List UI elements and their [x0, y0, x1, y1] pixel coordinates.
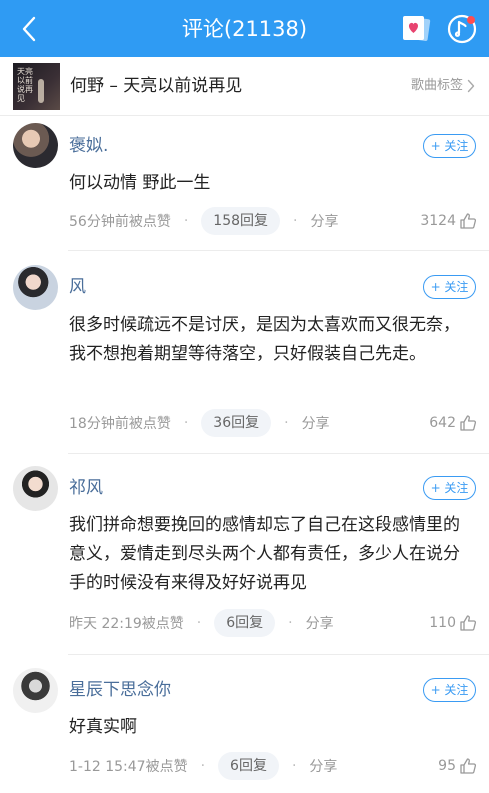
song-tag-label: 歌曲标签 — [410, 78, 463, 93]
share-button[interactable]: 分享 — [310, 211, 338, 231]
separator-dot: · — [183, 415, 189, 431]
like-count: 642 — [429, 415, 456, 431]
follow-button[interactable]: + 关注 — [423, 476, 476, 500]
like-count: 95 — [438, 758, 456, 774]
song-tag-link[interactable]: 歌曲标签 — [411, 77, 475, 95]
separator-dot: · — [196, 615, 202, 631]
comment-meta: 1-12 15:47被点赞 · 6回复 · 分享 95 — [69, 752, 477, 780]
separator-dot: · — [284, 415, 289, 431]
separator-dot: · — [183, 213, 189, 229]
thumbs-up-icon — [460, 213, 477, 229]
avatar[interactable] — [13, 668, 58, 713]
thumbs-up-icon — [460, 615, 477, 631]
comment-text: 好真实啊 — [69, 717, 137, 737]
like-button[interactable]: 642 — [429, 414, 477, 432]
comment-username[interactable]: 星辰下思念你 — [69, 679, 171, 701]
share-card-button[interactable] — [400, 13, 432, 43]
comment-item: 风 + 关注 很多时候疏远不是讨厌，是因为太喜欢而又很无奈，我不想抱着期望等待落… — [0, 251, 489, 454]
avatar[interactable] — [13, 466, 58, 511]
comment-item: 褒姒. + 关注 何以动情 野此一生 56分钟前被点赞 · 158回复 · 分享… — [0, 116, 489, 251]
chevron-right-icon — [467, 79, 475, 93]
comment-item: 祁风 + 关注 我们拼命想要挽回的感情却忘了自己在这段感情里的意义，爱情走到尽头… — [0, 454, 489, 655]
follow-button[interactable]: + 关注 — [423, 678, 476, 702]
like-time: 昨天 22:19被点赞 — [69, 616, 184, 632]
heart-card-icon — [403, 16, 431, 42]
like-time: 18分钟前被点赞 — [69, 416, 171, 432]
song-info-bar[interactable]: 天亮以前说再见 何野 – 天亮以前说再见 歌曲标签 — [0, 57, 489, 116]
thumbs-up-icon — [460, 758, 477, 774]
comment-meta: 56分钟前被点赞 · 158回复 · 分享 3124 — [69, 207, 477, 235]
song-title: 何野 – 天亮以前说再见 — [70, 76, 243, 96]
cover-text: 天亮以前说再见 — [17, 67, 33, 103]
separator-dot: · — [291, 758, 297, 774]
comment-username[interactable]: 风 — [69, 276, 86, 298]
thumbs-up-icon — [460, 415, 477, 431]
avatar[interactable] — [13, 265, 58, 310]
album-cover: 天亮以前说再见 — [13, 63, 60, 110]
follow-button[interactable]: + 关注 — [423, 134, 476, 158]
separator-dot: · — [293, 213, 298, 229]
comment-username[interactable]: 褒姒. — [69, 135, 108, 157]
reply-button[interactable]: 6回复 — [218, 752, 279, 780]
like-time: 1-12 15:47被点赞 — [69, 759, 188, 775]
avatar[interactable] — [13, 123, 58, 168]
like-time: 56分钟前被点赞 — [69, 214, 171, 230]
comment-text: 很多时候疏远不是讨厌，是因为太喜欢而又很无奈，我不想抱着期望等待落空，只好假装自… — [69, 315, 460, 364]
comment-username[interactable]: 祁风 — [69, 477, 103, 499]
cover-figure — [38, 79, 44, 103]
top-header: 评论(21138) — [0, 0, 489, 57]
share-button[interactable]: 分享 — [306, 613, 334, 633]
comment-item: 星辰下思念你 + 关注 好真实啊 1-12 15:47被点赞 · 6回复 · 分… — [0, 655, 489, 793]
separator-dot: · — [200, 758, 206, 774]
like-button[interactable]: 95 — [438, 757, 477, 775]
music-note-icon — [447, 14, 477, 44]
follow-button[interactable]: + 关注 — [423, 275, 476, 299]
reply-button[interactable]: 6回复 — [214, 609, 276, 637]
comment-text: 我们拼命想要挽回的感情却忘了自己在这段感情里的意义，爱情走到尽头两个人都有责任，… — [69, 515, 460, 593]
comment-text: 何以动情 野此一生 — [69, 173, 211, 193]
share-button[interactable]: 分享 — [302, 413, 330, 433]
like-button[interactable]: 3124 — [420, 212, 477, 230]
share-button[interactable]: 分享 — [309, 756, 337, 776]
comment-meta: 昨天 22:19被点赞 · 6回复 · 分享 110 — [69, 609, 477, 637]
separator-dot: · — [288, 615, 293, 631]
reply-button[interactable]: 36回复 — [201, 409, 272, 437]
like-count: 110 — [429, 615, 456, 631]
like-button[interactable]: 110 — [429, 614, 477, 632]
like-count: 3124 — [420, 213, 456, 229]
now-playing-button[interactable] — [446, 13, 478, 45]
comment-meta: 18分钟前被点赞 · 36回复 · 分享 642 — [69, 409, 477, 437]
reply-button[interactable]: 158回复 — [201, 207, 281, 235]
